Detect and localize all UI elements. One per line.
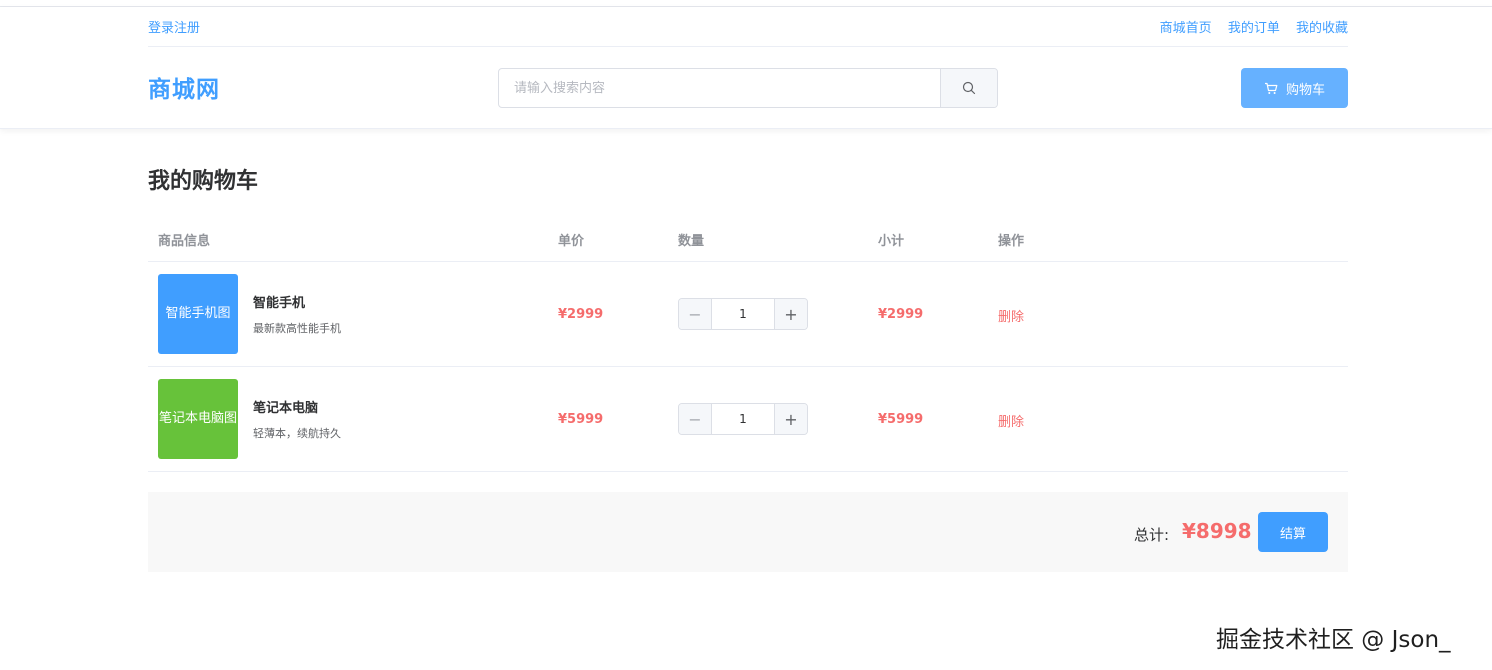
table-row: 智能手机图 智能手机 最新款高性能手机 ¥2999 − 1 + ¥2999 删除 — [148, 262, 1348, 367]
plus-icon: + — [784, 409, 798, 429]
search-icon — [962, 81, 976, 95]
unit-price: ¥5999 — [558, 412, 604, 427]
col-action: 操作 — [998, 234, 1025, 249]
top-nav: 商城首页 我的订单 我的收藏 — [1148, 17, 1348, 36]
decrease-button[interactable]: − — [679, 299, 712, 329]
product-desc: 轻薄本，续航持久 — [253, 427, 341, 440]
checkout-bar: 总计: ¥8998 结算 — [148, 492, 1348, 572]
checkout-button[interactable]: 结算 — [1258, 512, 1328, 552]
table-row: 笔记本电脑图 笔记本电脑 轻薄本，续航持久 ¥5999 − 1 + ¥5999 … — [148, 367, 1348, 472]
table-header: 商品信息 单价 数量 小计 操作 — [148, 217, 1348, 262]
plus-icon: + — [784, 304, 798, 324]
delete-button[interactable]: 删除 — [998, 411, 1024, 430]
product-name[interactable]: 智能手机 — [253, 292, 305, 311]
delete-button[interactable]: 删除 — [998, 306, 1024, 325]
page-title: 我的购物车 — [148, 169, 259, 194]
nav-orders-link[interactable]: 我的订单 — [1228, 21, 1280, 36]
product-image[interactable]: 笔记本电脑图 — [158, 379, 238, 459]
product-image[interactable]: 智能手机图 — [158, 274, 238, 354]
unit-price: ¥2999 — [558, 307, 604, 322]
decrease-button[interactable]: − — [679, 404, 712, 434]
cart-button[interactable]: 购物车 — [1241, 68, 1348, 108]
subtotal: ¥5999 — [878, 412, 924, 427]
increase-button[interactable]: + — [774, 404, 807, 434]
minus-icon: − — [688, 304, 702, 324]
search-input[interactable] — [499, 69, 940, 107]
login-register-link[interactable]: 登录注册 — [148, 17, 200, 36]
search-button[interactable] — [940, 69, 997, 107]
increase-button[interactable]: + — [774, 299, 807, 329]
nav-favorites-link[interactable]: 我的收藏 — [1296, 21, 1348, 36]
site-logo[interactable]: 商城网 — [148, 70, 220, 104]
col-subtotal: 小计 — [878, 234, 905, 249]
col-unit-price: 单价 — [558, 234, 585, 249]
search-box — [498, 68, 998, 108]
total-label: 总计: — [1134, 526, 1170, 544]
cart-table: 商品信息 单价 数量 小计 操作 智能手机图 智能手机 最新款高性能手机 ¥29… — [148, 217, 1348, 472]
total-value: ¥8998 — [1182, 519, 1252, 543]
quantity-input[interactable]: 1 — [712, 404, 774, 434]
site-header: 登录注册 商城首页 我的订单 我的收藏 商城网 购物车 — [0, 7, 1492, 129]
quantity-stepper: − 1 + — [678, 298, 808, 330]
subtotal: ¥2999 — [878, 307, 924, 322]
cart-page: 我的购物车 商品信息 单价 数量 小计 操作 智能手机图 智能手机 最新款高性能… — [148, 165, 1348, 472]
nav-home-link[interactable]: 商城首页 — [1160, 21, 1212, 36]
watermark: 掘金技术社区 @ Json_ — [1216, 627, 1451, 653]
quantity-stepper: − 1 + — [678, 403, 808, 435]
product-desc: 最新款高性能手机 — [253, 322, 341, 335]
quantity-input[interactable]: 1 — [712, 299, 774, 329]
cart-button-label: 购物车 — [1285, 82, 1325, 98]
cart-icon — [1264, 82, 1278, 94]
col-product: 商品信息 — [158, 234, 211, 249]
col-quantity: 数量 — [678, 234, 705, 249]
product-name[interactable]: 笔记本电脑 — [253, 397, 318, 416]
brand-row: 商城网 购物车 — [148, 48, 1348, 128]
top-bar: 登录注册 商城首页 我的订单 我的收藏 — [148, 7, 1348, 47]
minus-icon: − — [688, 409, 702, 429]
